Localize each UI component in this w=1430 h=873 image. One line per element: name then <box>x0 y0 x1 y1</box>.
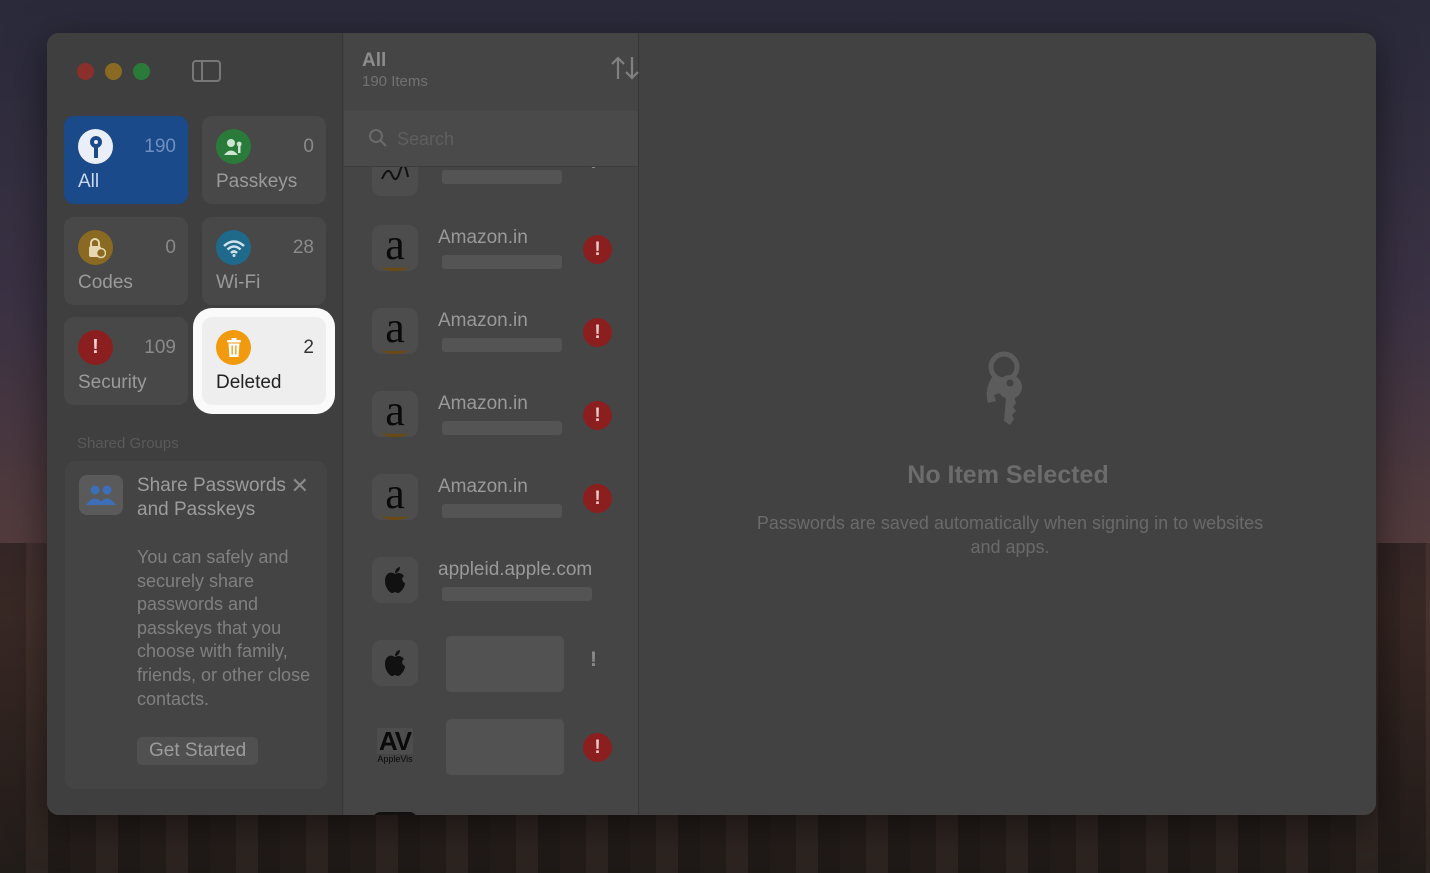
sidebar-toggle-icon[interactable] <box>192 60 221 82</box>
tile-label: Codes <box>78 272 133 293</box>
row-title: Amazon.in <box>438 227 528 248</box>
row-username-redacted <box>442 338 562 352</box>
list-item[interactable] <box>344 798 638 815</box>
list-item[interactable]: ! <box>344 626 638 709</box>
warning-icon: ! <box>583 401 612 430</box>
tile-label: Passkeys <box>216 171 298 192</box>
share-card-title: Share Passwords and Passkeys <box>137 475 286 520</box>
close-window-button[interactable] <box>77 63 94 80</box>
sort-icon[interactable] <box>610 55 640 88</box>
amazon-logo-icon: a <box>372 472 418 520</box>
passwords-window: 190 All 0 Passkeys 0 Codes 28 Wi-Fi ! 10… <box>47 33 1376 815</box>
amazon-logo-icon: a <box>372 223 418 271</box>
row-username-redacted <box>442 421 562 435</box>
trash-icon <box>216 330 251 365</box>
key-icon <box>78 129 113 164</box>
tile-count: 2 <box>303 337 314 358</box>
category-tile-security[interactable]: ! 109 Security <box>64 317 188 405</box>
sidebar: 190 All 0 Passkeys 0 Codes 28 Wi-Fi ! 10… <box>47 33 343 815</box>
row-redacted-text <box>446 636 564 692</box>
category-tile-wifi[interactable]: 28 Wi-Fi <box>202 217 326 305</box>
category-tile-deleted[interactable]: 2 Deleted <box>202 317 326 405</box>
get-started-button[interactable]: Get Started <box>137 737 259 765</box>
warning-icon: ! <box>583 484 612 513</box>
list-item-count: 190 Items <box>362 73 428 90</box>
tile-count: 109 <box>144 337 176 358</box>
share-card-body: You can safely and securely share passwo… <box>137 547 311 709</box>
row-title: appleid.apple.com <box>438 559 593 580</box>
tile-label: All <box>78 171 100 192</box>
password-list: All 190 Items ! a Amazon.in ! a Amazon.i… <box>344 33 639 815</box>
tile-label: Deleted <box>216 372 282 393</box>
apple-logo-icon <box>372 557 418 603</box>
list-item[interactable]: a Amazon.in ! <box>344 294 638 377</box>
detail-pane: No Item Selected Passwords are saved aut… <box>640 33 1376 815</box>
row-redacted-text <box>446 719 564 775</box>
person-key-icon <box>216 129 251 164</box>
list-item[interactable]: AV AppleVis ! <box>344 709 638 792</box>
tile-count: 190 <box>144 136 176 157</box>
share-passwords-card: ✕ Share Passwords and Passkeys You can s… <box>65 461 327 789</box>
empty-state-subtitle: Passwords are saved automatically when s… <box>756 513 1264 557</box>
minimize-window-button[interactable] <box>105 63 122 80</box>
search-bar[interactable]: Search <box>344 111 638 167</box>
empty-state-title: No Item Selected <box>907 461 1109 489</box>
zoom-window-button[interactable] <box>133 63 150 80</box>
warning-icon: ! <box>583 235 612 264</box>
category-tile-passkeys[interactable]: 0 Passkeys <box>202 116 326 204</box>
lock-clock-icon <box>78 230 113 265</box>
exclamation-icon: ! <box>78 330 113 365</box>
row-username-redacted <box>442 170 562 184</box>
exclamation-icon: ! <box>590 648 597 671</box>
row-title: Amazon.in <box>438 310 528 331</box>
list-item[interactable]: a Amazon.in ! <box>344 211 638 294</box>
tile-count: 0 <box>303 136 314 157</box>
app-logo-icon <box>372 812 418 815</box>
row-title: Amazon.in <box>438 393 528 414</box>
shared-groups-heading: Shared Groups <box>77 435 179 452</box>
list-title: All <box>362 50 387 71</box>
category-tile-all[interactable]: 190 All <box>64 116 188 204</box>
list-item[interactable]: a Amazon.in ! <box>344 460 638 543</box>
applevis-logo-icon: AV AppleVis <box>376 726 414 764</box>
wifi-icon <box>216 230 251 265</box>
amazon-logo-icon: a <box>372 306 418 354</box>
tile-count: 28 <box>292 237 314 258</box>
search-input[interactable]: Search <box>397 129 454 150</box>
category-tile-codes[interactable]: 0 Codes <box>64 217 188 305</box>
list-item[interactable]: a Amazon.in ! <box>344 377 638 460</box>
people-icon <box>79 475 123 515</box>
list-header: All 190 Items <box>362 50 428 90</box>
tile-count: 0 <box>165 237 176 258</box>
row-username-redacted <box>442 587 592 601</box>
row-username-redacted <box>442 255 562 269</box>
search-icon <box>369 129 387 147</box>
keys-icon <box>978 351 1036 432</box>
apple-logo-icon <box>372 640 418 686</box>
window-controls <box>77 63 150 80</box>
warning-icon: ! <box>583 733 612 762</box>
row-title: Amazon.in <box>438 476 528 497</box>
list-item[interactable]: appleid.apple.com <box>344 543 638 626</box>
close-icon[interactable]: ✕ <box>291 473 309 499</box>
tile-label: Security <box>78 372 147 393</box>
tile-label: Wi-Fi <box>216 272 261 293</box>
warning-icon: ! <box>583 318 612 347</box>
amazon-logo-icon: a <box>372 389 418 437</box>
row-username-redacted <box>442 504 562 518</box>
